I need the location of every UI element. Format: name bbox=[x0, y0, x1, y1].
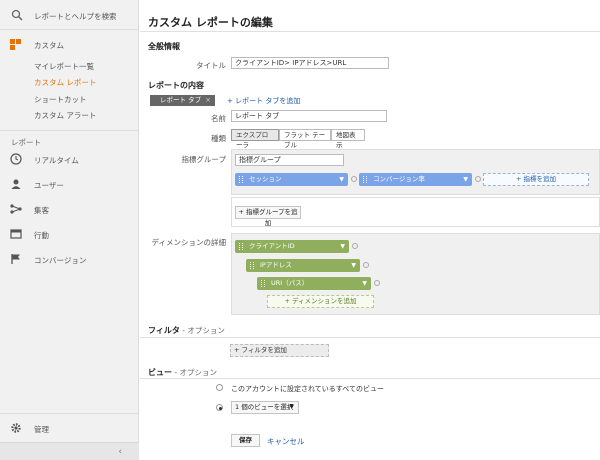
view-all-label: このアカウントに設定されているすべてのビュー bbox=[231, 385, 385, 393]
sidebar-item-custom-reports[interactable]: カスタム レポート bbox=[34, 77, 96, 88]
filter-divider bbox=[140, 337, 600, 338]
chevron-down-icon[interactable]: ▼ bbox=[351, 259, 356, 272]
sidebar-item-acquisition[interactable]: 集客 bbox=[34, 205, 49, 216]
main-content: カスタム レポートの編集 全般情報 タイトル クライアントID> IPアドレス>… bbox=[140, 0, 600, 460]
metric-pill-sessions[interactable]: セッション ▼ bbox=[235, 173, 348, 186]
dimension-ip-label: IPアドレス bbox=[260, 261, 292, 269]
sidebar-item-custom-alerts[interactable]: カスタム アラート bbox=[34, 110, 96, 121]
metric-group-name-input[interactable]: 指標グループ bbox=[235, 154, 344, 166]
view-select-label: 1 個のビューを選択 bbox=[235, 403, 294, 411]
drag-handle-icon[interactable] bbox=[239, 176, 243, 183]
dimension-pill-uri[interactable]: URI（パス） ▼ bbox=[257, 277, 371, 290]
report-tab-label: レポート タブ bbox=[160, 96, 202, 104]
add-report-tab-link[interactable]: + レポート タブを追加 bbox=[227, 96, 300, 106]
dimension-client-id-label: クライアントID bbox=[249, 242, 295, 250]
dimension-pill-client-id[interactable]: クライアントID ▼ bbox=[235, 240, 349, 253]
title-divider bbox=[140, 31, 600, 32]
view-divider bbox=[140, 378, 600, 379]
sidebar-search[interactable]: レポートとヘルプを検索 bbox=[0, 0, 139, 30]
sidebar-item-realtime[interactable]: リアルタイム bbox=[34, 155, 79, 166]
search-icon bbox=[11, 9, 23, 21]
clock-icon bbox=[10, 153, 22, 165]
name-input[interactable]: レポート タブ bbox=[231, 110, 387, 122]
sidebar-reports-label: レポート bbox=[11, 138, 41, 147]
add-filter-button[interactable]: + フィルタを追加 bbox=[230, 344, 329, 357]
title-input[interactable]: クライアントID> IPアドレス>URL bbox=[231, 57, 389, 69]
content-heading: レポートの内容 bbox=[148, 81, 204, 90]
name-label: 名前 bbox=[211, 114, 226, 123]
filter-heading: フィルタ - オプション bbox=[148, 325, 225, 336]
report-tab-chip[interactable]: レポート タブ × bbox=[150, 95, 215, 106]
drag-handle-icon[interactable] bbox=[363, 176, 367, 183]
remove-dimension-icon[interactable] bbox=[352, 243, 358, 249]
sidebar-custom-header[interactable]: カスタム bbox=[34, 40, 64, 51]
sidebar-item-admin[interactable]: 管理 bbox=[34, 424, 49, 435]
metric-conversion-label: コンバージョン率 bbox=[373, 175, 425, 183]
metric-pill-conversion-rate[interactable]: コンバージョン率 ▼ bbox=[359, 173, 472, 186]
sidebar-item-behavior[interactable]: 行動 bbox=[34, 230, 49, 241]
type-label: 種類 bbox=[211, 134, 226, 143]
remove-metric-icon[interactable] bbox=[475, 176, 481, 182]
dimension-label: ディメンションの詳細 bbox=[151, 238, 226, 247]
title-label: タイトル bbox=[196, 61, 226, 70]
chevron-down-icon[interactable]: ▼ bbox=[340, 240, 345, 253]
search-label: レポートとヘルプを検索 bbox=[34, 12, 117, 21]
drag-handle-icon[interactable] bbox=[261, 280, 265, 287]
type-explorer-button[interactable]: エクスプローラ bbox=[231, 129, 279, 149]
flag-icon bbox=[11, 254, 20, 264]
chevron-left-icon: ‹ bbox=[118, 447, 122, 457]
sidebar: レポートとヘルプを検索 カスタム マイレポート一覧 カスタム レポート ショート… bbox=[0, 0, 139, 460]
add-metric-group-button[interactable]: + 指標グループを追加 bbox=[235, 206, 301, 227]
chevron-down-icon[interactable]: ▼ bbox=[362, 277, 367, 290]
view-select-dropdown[interactable]: 1 個のビューを選択 ▼ bbox=[231, 401, 299, 414]
sidebar-collapse-button[interactable]: ‹ bbox=[0, 442, 139, 460]
view-heading: ビュー - オプション bbox=[148, 367, 217, 378]
drag-handle-icon[interactable] bbox=[250, 262, 254, 269]
dimension-pill-ip-address[interactable]: IPアドレス ▼ bbox=[246, 259, 360, 272]
view-optional: - オプション bbox=[172, 368, 217, 377]
sidebar-item-users[interactable]: ユーザー bbox=[34, 180, 64, 191]
sidebar-item-shortcuts[interactable]: ショートカット bbox=[34, 94, 87, 105]
filter-optional: - オプション bbox=[179, 326, 225, 335]
sidebar-divider bbox=[0, 130, 139, 131]
chevron-down-icon[interactable]: ▼ bbox=[339, 173, 344, 186]
custom-icon bbox=[10, 39, 21, 50]
sidebar-item-conversions[interactable]: コンバージョン bbox=[34, 255, 86, 266]
close-icon[interactable]: × bbox=[205, 95, 211, 106]
behavior-icon bbox=[10, 229, 22, 239]
gear-icon bbox=[11, 423, 21, 433]
add-dimension-button[interactable]: + ディメンションを追加 bbox=[267, 295, 374, 308]
view-heading-text: ビュー bbox=[148, 368, 172, 377]
page-title: カスタム レポートの編集 bbox=[148, 16, 273, 29]
filter-heading-text: フィルタ bbox=[148, 326, 180, 335]
metric-sessions-label: セッション bbox=[249, 175, 282, 183]
drag-handle-icon[interactable] bbox=[239, 243, 243, 250]
type-map-button[interactable]: 地図表示 bbox=[331, 129, 365, 149]
view-select-radio[interactable] bbox=[216, 404, 223, 411]
general-heading: 全般情報 bbox=[148, 42, 180, 51]
metric-group-label: 指標グループ bbox=[181, 155, 226, 164]
add-metric-button[interactable]: + 指標を追加 bbox=[483, 173, 589, 186]
user-icon bbox=[11, 179, 21, 189]
remove-metric-icon[interactable] bbox=[351, 176, 357, 182]
remove-dimension-icon[interactable] bbox=[363, 262, 369, 268]
remove-dimension-icon[interactable] bbox=[374, 280, 380, 286]
save-button[interactable]: 保存 bbox=[231, 434, 260, 447]
chevron-down-icon: ▼ bbox=[289, 404, 294, 410]
dimension-uri-label: URI（パス） bbox=[271, 279, 309, 287]
chevron-down-icon[interactable]: ▼ bbox=[463, 173, 468, 186]
view-all-radio[interactable] bbox=[216, 384, 223, 391]
acquisition-icon bbox=[10, 204, 22, 214]
cancel-link[interactable]: キャンセル bbox=[267, 436, 305, 447]
type-flat-table-button[interactable]: フラット テーブル bbox=[279, 129, 331, 149]
sidebar-item-my-reports[interactable]: マイレポート一覧 bbox=[34, 61, 94, 72]
